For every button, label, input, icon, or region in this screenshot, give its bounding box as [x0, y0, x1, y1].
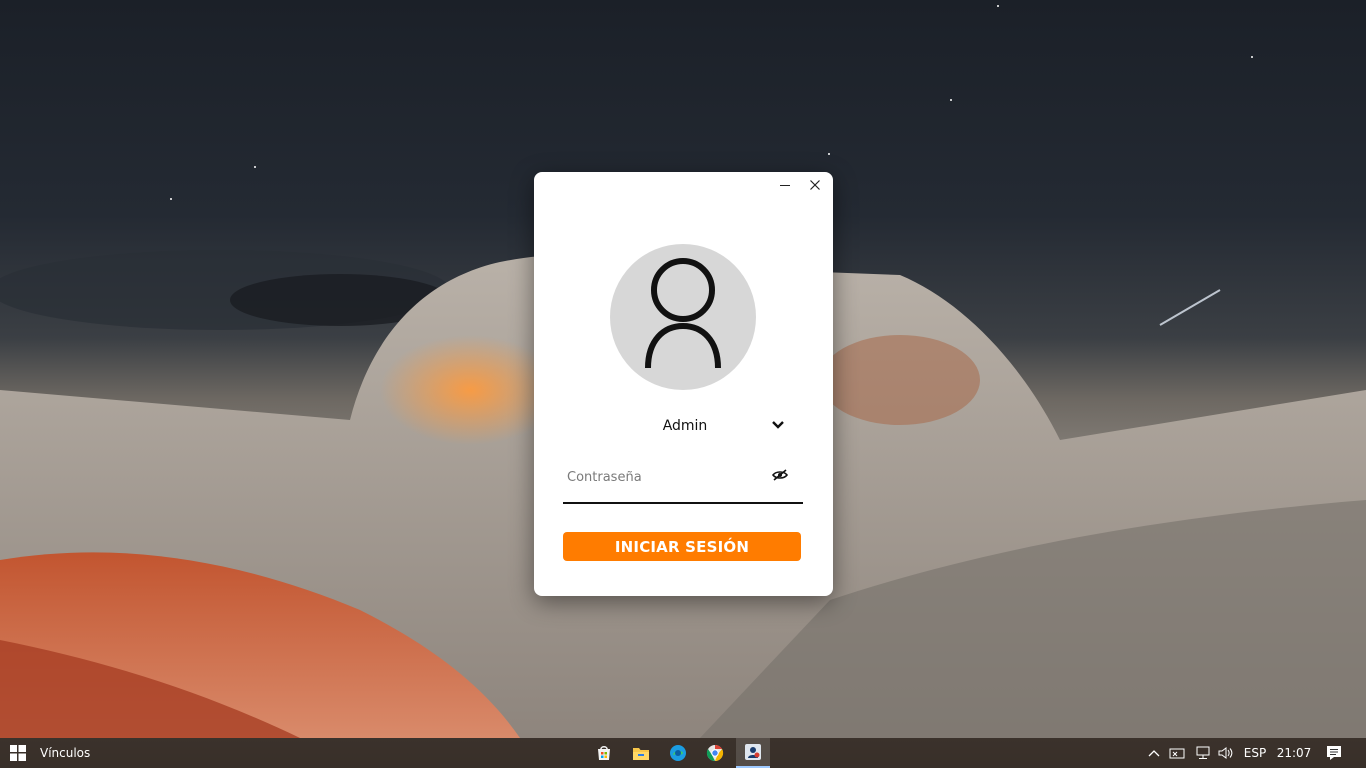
login-app-icon — [745, 744, 761, 760]
keyboard-icon — [1169, 748, 1185, 759]
user-icon — [645, 258, 721, 369]
file-explorer-icon — [633, 748, 649, 760]
chevron-down-icon[interactable] — [771, 418, 785, 432]
tray-volume[interactable] — [1214, 738, 1236, 768]
taskbar: Vínculos ESP 21:07 — [0, 738, 1366, 768]
taskbar-app-edge[interactable] — [661, 738, 695, 768]
tray-language[interactable]: ESP — [1240, 738, 1270, 768]
tray-network[interactable] — [1192, 738, 1214, 768]
login-button[interactable]: INICIAR SESIÓN — [563, 532, 801, 561]
chrome-icon — [706, 744, 724, 762]
notification-button[interactable] — [1320, 738, 1348, 768]
taskbar-app-chrome[interactable] — [698, 738, 732, 768]
store-icon — [598, 746, 610, 760]
close-button[interactable] — [803, 176, 827, 194]
taskbar-app-file-explorer[interactable] — [624, 738, 658, 768]
notification-icon — [1327, 746, 1341, 760]
tray-input-indicator[interactable] — [1166, 738, 1188, 768]
minimize-button[interactable] — [773, 176, 797, 194]
start-button[interactable] — [0, 738, 36, 768]
eye-off-icon[interactable] — [771, 468, 789, 482]
windows-logo-icon — [10, 745, 26, 761]
minimize-icon — [780, 185, 790, 186]
taskbar-app-store[interactable] — [587, 738, 621, 768]
chevron-up-icon — [1148, 750, 1160, 757]
volume-icon — [1218, 747, 1233, 759]
avatar — [610, 244, 756, 390]
network-icon — [1196, 746, 1210, 759]
tray-show-hidden-icons[interactable] — [1144, 738, 1164, 768]
links-toolbar[interactable]: Vínculos — [40, 738, 90, 768]
close-icon — [810, 180, 820, 190]
taskbar-app-login[interactable] — [736, 738, 770, 768]
user-select[interactable]: Admin — [563, 412, 803, 442]
edge-icon — [670, 745, 686, 761]
tray-clock[interactable]: 21:07 — [1275, 738, 1313, 768]
password-field — [563, 460, 803, 504]
password-input[interactable] — [567, 466, 767, 488]
